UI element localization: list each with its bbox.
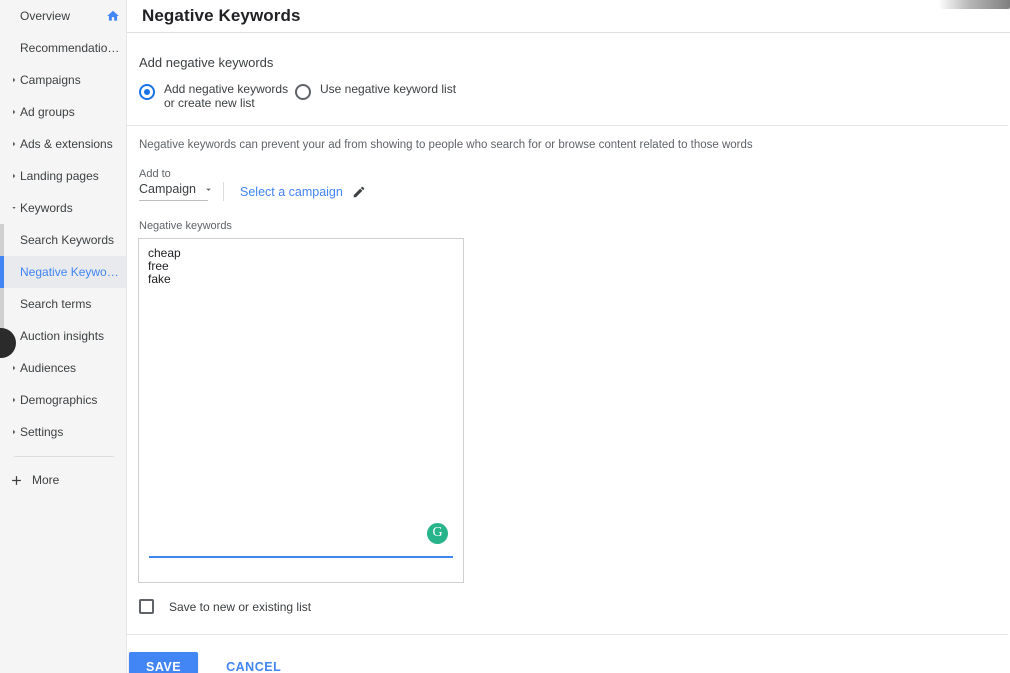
sidebar-item-campaigns[interactable]: Campaigns bbox=[0, 64, 126, 96]
sidebar-item-label: Settings bbox=[20, 425, 120, 439]
plus-icon bbox=[6, 473, 26, 488]
radio-circle-icon bbox=[295, 84, 311, 100]
select-campaign-link[interactable]: Select a campaign bbox=[240, 185, 343, 199]
sidebar-item-search-keywords[interactable]: Search Keywords bbox=[0, 224, 126, 256]
grammarly-icon[interactable]: G bbox=[427, 523, 448, 544]
chevron-right-icon bbox=[8, 108, 20, 116]
nav-divider bbox=[14, 456, 114, 457]
save-button[interactable]: SAVE bbox=[129, 652, 198, 673]
sidebar-item-label: Search terms bbox=[20, 297, 120, 311]
radio-use-negative-keyword-list-label: Use negative keyword list bbox=[320, 83, 456, 97]
sidebar-item-negative-keywords[interactable]: Negative Keywords bbox=[0, 256, 126, 288]
chevron-right-icon bbox=[8, 364, 20, 372]
sidebar-item-label: Negative Keywords bbox=[20, 265, 120, 279]
sidebar-item-ad-groups[interactable]: Ad groups bbox=[0, 96, 126, 128]
sidebar-item-label: Auction insights bbox=[20, 329, 120, 343]
sidebar-item-demographics[interactable]: Demographics bbox=[0, 384, 126, 416]
radio-add-negative-keywords-label: Add negative keywords or create new list bbox=[164, 83, 294, 110]
sidebar-item-overview[interactable]: Overview bbox=[0, 0, 126, 32]
add-to-label: Add to bbox=[127, 151, 1010, 180]
sidebar-item-label: Ad groups bbox=[20, 105, 120, 119]
radio-use-negative-keyword-list[interactable]: Use negative keyword list bbox=[295, 83, 456, 100]
top-right-cutoff-overlay bbox=[938, 0, 1010, 9]
sidebar-item-label: Audiences bbox=[20, 361, 120, 375]
sidebar-item-label: Keywords bbox=[20, 201, 120, 215]
sidebar-item-more[interactable]: More bbox=[0, 465, 126, 495]
sidebar-item-more-label: More bbox=[32, 473, 59, 487]
sidebar-item-label: Ads & extensions bbox=[20, 137, 120, 151]
sidebar-item-label: Campaigns bbox=[20, 73, 120, 87]
save-to-list-row: Save to new or existing list bbox=[127, 599, 1010, 614]
nav-list: Overview Recommendations Campaigns Ad group… bbox=[0, 0, 126, 448]
description-text: Negative keywords can prevent your ad fr… bbox=[127, 126, 1010, 151]
vertical-separator bbox=[223, 182, 224, 201]
chevron-down-icon bbox=[203, 184, 214, 195]
sidebar-item-label: Recommendations bbox=[20, 41, 120, 55]
page-title: Negative Keywords bbox=[142, 6, 301, 26]
chevron-right-icon bbox=[8, 428, 20, 436]
negative-keywords-page: Overview Recommendations Campaigns Ad group… bbox=[0, 0, 1010, 673]
footer-actions: SAVE CANCEL bbox=[127, 652, 1010, 673]
chevron-down-icon bbox=[8, 204, 20, 212]
section-title: Add negative keywords bbox=[127, 33, 1010, 70]
chevron-right-icon bbox=[8, 76, 20, 84]
sidebar-item-label: Search Keywords bbox=[20, 233, 120, 247]
add-to-select[interactable]: Campaign bbox=[139, 182, 208, 201]
save-to-list-checkbox[interactable] bbox=[139, 599, 154, 614]
sidebar-item-label: Landing pages bbox=[20, 169, 120, 183]
footer-divider bbox=[127, 634, 1008, 635]
left-nav-sidebar: Overview Recommendations Campaigns Ad group… bbox=[0, 0, 127, 673]
sidebar-item-keywords[interactable]: Keywords bbox=[0, 192, 126, 224]
radio-group-add-mode: Add negative keywords or create new list… bbox=[127, 70, 1010, 110]
grammarly-glyph: G bbox=[432, 526, 442, 540]
home-icon[interactable] bbox=[106, 9, 120, 23]
sidebar-item-auction-insights[interactable]: Auction insights bbox=[0, 320, 126, 352]
chevron-right-icon bbox=[8, 396, 20, 404]
negative-keywords-input[interactable] bbox=[139, 239, 463, 543]
pencil-icon[interactable] bbox=[352, 185, 366, 199]
sidebar-item-search-terms[interactable]: Search terms bbox=[0, 288, 126, 320]
chevron-right-icon bbox=[8, 172, 20, 180]
save-to-list-label: Save to new or existing list bbox=[169, 600, 311, 614]
page-header: Negative Keywords bbox=[127, 0, 1010, 33]
sidebar-item-ads-extensions[interactable]: Ads & extensions bbox=[0, 128, 126, 160]
add-to-selected-value: Campaign bbox=[139, 182, 196, 196]
sidebar-item-label: Overview bbox=[20, 9, 106, 23]
cancel-button[interactable]: CANCEL bbox=[212, 652, 295, 673]
sidebar-item-landing-pages[interactable]: Landing pages bbox=[0, 160, 126, 192]
radio-circle-icon bbox=[139, 84, 155, 100]
sidebar-item-settings[interactable]: Settings bbox=[0, 416, 126, 448]
input-focus-underline bbox=[149, 556, 453, 558]
negative-keywords-box: G bbox=[138, 238, 464, 583]
radio-add-negative-keywords[interactable]: Add negative keywords or create new list bbox=[139, 83, 295, 110]
sidebar-item-label: Demographics bbox=[20, 393, 120, 407]
negative-keywords-label: Negative keywords bbox=[127, 201, 1010, 232]
chevron-right-icon bbox=[8, 140, 20, 148]
main-content: Negative Keywords Add negative keywords … bbox=[127, 0, 1010, 673]
sidebar-item-audiences[interactable]: Audiences bbox=[0, 352, 126, 384]
add-to-row: Campaign Select a campaign bbox=[127, 182, 1010, 201]
sidebar-item-recommendations[interactable]: Recommendations bbox=[0, 32, 126, 64]
